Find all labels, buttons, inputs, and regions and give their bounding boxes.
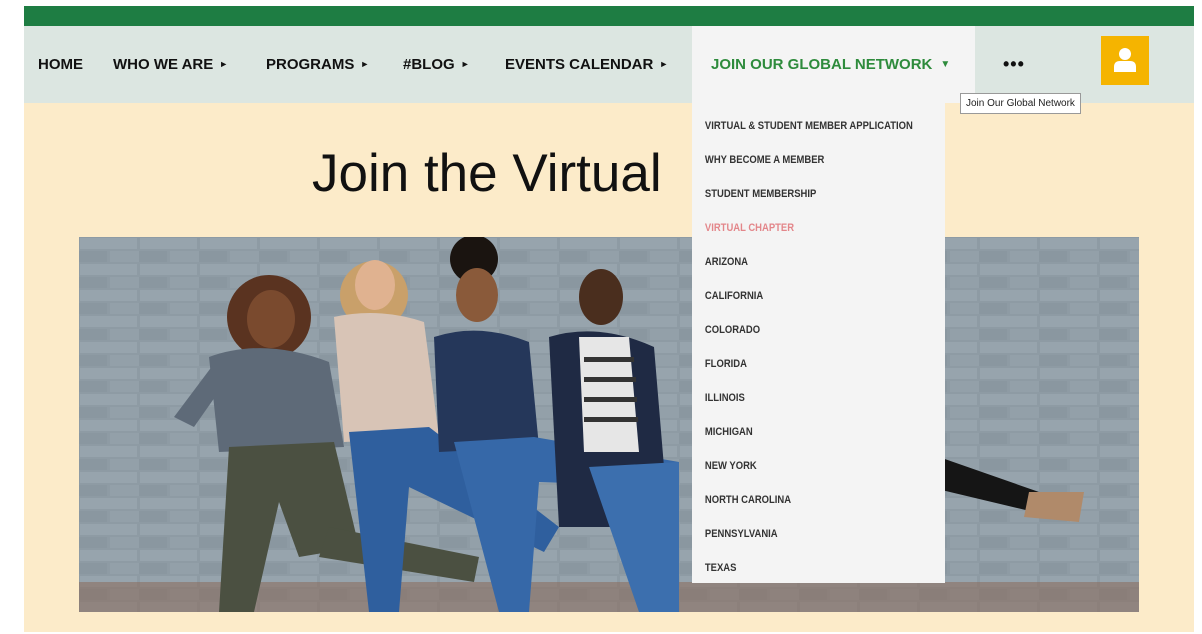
page-title: Join the Virtual [312, 144, 662, 203]
dropdown-item-arizona[interactable]: ARIZONA [692, 245, 910, 279]
user-icon [1114, 48, 1136, 72]
dropdown-item-colorado[interactable]: COLORADO [692, 313, 910, 347]
nav-home-label: HOME [38, 56, 83, 73]
nav-home[interactable]: HOME [38, 26, 83, 103]
nav-tooltip: Join Our Global Network [960, 93, 1081, 114]
nav-blog-label: #BLOG [403, 56, 455, 73]
dropdown-item-virtual-chapter[interactable]: VIRTUAL CHAPTER [692, 211, 910, 245]
top-green-bar [24, 6, 1194, 26]
caret-right-icon: ► [219, 59, 229, 69]
nav-programs-label: PROGRAMS [266, 56, 355, 73]
dropdown-item-pennsylvania[interactable]: PENNSYLVANIA [692, 517, 910, 551]
user-account-button[interactable] [1101, 36, 1149, 85]
dropdown-item-illinois[interactable]: ILLINOIS [692, 381, 910, 415]
nav-join-label: JOIN OUR GLOBAL NETWORK [711, 56, 933, 73]
nav-blog[interactable]: #BLOG ► [403, 26, 470, 103]
nav-events-calendar-label: EVENTS CALENDAR [505, 56, 654, 73]
caret-down-icon: ▼ [940, 59, 951, 70]
page-frame: HOME WHO WE ARE ► PROGRAMS ► #BLOG ► EVENTS… [24, 6, 1194, 632]
nav-join-our-global-network[interactable]: JOIN OUR GLOBAL NETWORK ▼ [692, 26, 975, 103]
caret-right-icon: ► [460, 59, 470, 69]
nav-who-we-are[interactable]: WHO WE ARE ► [113, 26, 228, 103]
dropdown-item-student-membership[interactable]: STUDENT MEMBERSHIP [692, 177, 910, 211]
caret-right-icon: ► [360, 59, 370, 69]
join-network-dropdown-menu: VIRTUAL & STUDENT MEMBER APPLICATION WHY… [692, 103, 945, 583]
nav-who-we-are-label: WHO WE ARE [113, 56, 214, 73]
dropdown-item-texas[interactable]: TEXAS [692, 551, 910, 585]
dropdown-item-michigan[interactable]: MICHIGAN [692, 415, 910, 449]
dropdown-item-florida[interactable]: FLORIDA [692, 347, 910, 381]
main-navigation: HOME WHO WE ARE ► PROGRAMS ► #BLOG ► EVENTS… [24, 26, 1194, 103]
dropdown-item-new-york[interactable]: NEW YORK [692, 449, 910, 483]
nav-events-calendar[interactable]: EVENTS CALENDAR ► [505, 26, 668, 103]
nav-programs[interactable]: PROGRAMS ► [266, 26, 369, 103]
caret-right-icon: ► [659, 59, 669, 69]
more-menu-button[interactable]: ••• [1003, 26, 1025, 103]
dropdown-item-virtual-student-application[interactable]: VIRTUAL & STUDENT MEMBER APPLICATION [692, 109, 913, 143]
dropdown-item-north-carolina[interactable]: NORTH CAROLINA [692, 483, 910, 517]
dropdown-item-california[interactable]: CALIFORNIA [692, 279, 910, 313]
hero-image [79, 237, 1139, 612]
group-photo-illustration [79, 237, 1139, 612]
dropdown-item-why-become-member[interactable]: WHY BECOME A MEMBER [692, 143, 910, 177]
